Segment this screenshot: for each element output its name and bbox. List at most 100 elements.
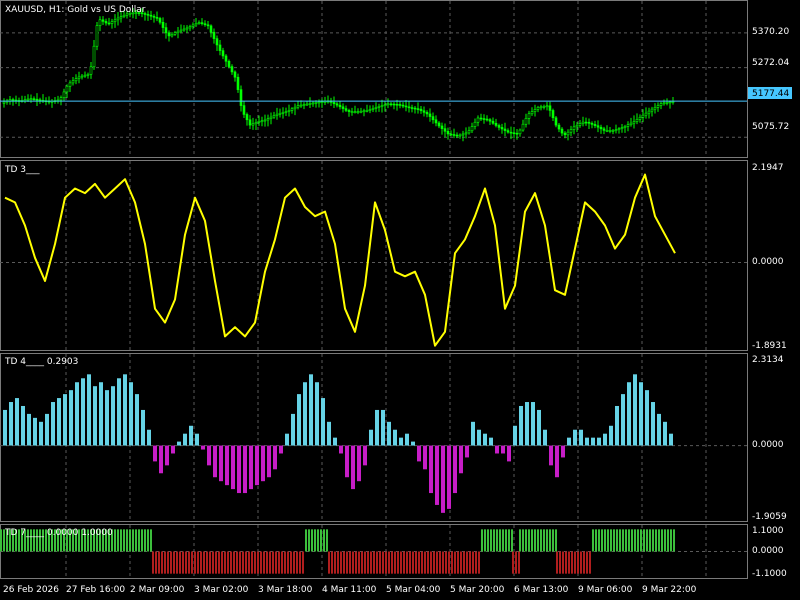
candle-body (491, 120, 495, 124)
td7-bar (394, 551, 396, 574)
td7-bar (275, 551, 277, 574)
td7-bar (352, 551, 354, 574)
candle-body (209, 25, 213, 33)
td4-bar (645, 390, 649, 446)
candle-body (353, 111, 357, 113)
td7-panel[interactable]: TD 7____ 0.0000 1.0000 (0, 524, 748, 579)
trading-chart[interactable]: XAUUSD, H1: Gold vs US Dollar TD 3___ TD… (0, 0, 800, 600)
candle-body (236, 76, 240, 90)
candle-body (311, 102, 315, 105)
td7-bar (631, 529, 633, 552)
td7-bar (616, 529, 618, 552)
td4-bar (63, 394, 67, 446)
candle-body (89, 66, 93, 75)
candle-body (224, 55, 228, 62)
candle-body (437, 122, 441, 127)
td4-bar (147, 429, 151, 446)
td7-bar (290, 551, 292, 574)
candle-body (359, 110, 363, 113)
axis-label: 0.0000 (752, 440, 784, 450)
td7-bar (475, 551, 477, 574)
td7-bar (525, 529, 527, 552)
time-label: 27 Feb 16:00 (66, 585, 125, 595)
candle-body (368, 109, 372, 111)
td4-bar (21, 405, 25, 446)
candle-body (299, 104, 303, 107)
candle-body (488, 119, 492, 122)
candle-body (605, 130, 609, 132)
candle-body (617, 128, 621, 131)
candle-body (545, 105, 549, 108)
td7-bar (385, 551, 387, 574)
td7-bar (349, 551, 351, 574)
candle-body (569, 129, 573, 133)
candle-body (302, 104, 306, 106)
candle-body (386, 103, 390, 106)
price-panel[interactable]: XAUUSD, H1: Gold vs US Dollar (0, 0, 748, 158)
td7-bar (367, 551, 369, 574)
td7-bar (628, 529, 630, 552)
candle-body (536, 107, 540, 110)
candle-body (377, 106, 381, 108)
candle-body (467, 130, 471, 134)
td7-bar (469, 551, 471, 574)
candle-body (401, 104, 405, 107)
candle-body (221, 50, 225, 57)
td7-bar (655, 529, 657, 552)
axis-label: 5272.04 (752, 58, 789, 68)
candle-body (179, 29, 183, 32)
candle-body (659, 103, 663, 106)
candle-body (665, 102, 669, 104)
td7-bar (451, 551, 453, 574)
td7-bar (167, 551, 169, 574)
time-axis: 26 Feb 2026 27 Feb 16:00 2 Mar 09:00 3 M… (3, 585, 697, 595)
td7-bar (466, 551, 468, 574)
td4-bar (519, 405, 523, 446)
td4-bar (165, 445, 169, 466)
candle-body (566, 131, 570, 136)
td7-bar (424, 551, 426, 574)
axis-label: 5075.72 (752, 122, 789, 132)
td4-panel[interactable]: TD 4____ 0.2903 (0, 353, 748, 522)
td7-bar (328, 551, 330, 574)
candle-body (446, 130, 450, 135)
candle-body (416, 108, 420, 110)
td7-bar (400, 551, 402, 574)
td7-bar (164, 551, 166, 574)
candle-body (449, 133, 453, 136)
td7-bar (141, 529, 143, 552)
td4-axis: 2.3134 0.0000 -1.9059 (752, 355, 787, 522)
td4-bar (321, 398, 325, 446)
td7-bar (245, 551, 247, 574)
time-label: 26 Feb 2026 (3, 585, 59, 595)
candle-body (587, 121, 591, 124)
candle-body (119, 16, 123, 19)
axis-label: 2.3134 (752, 355, 784, 365)
td3-panel[interactable]: TD 3___ (0, 160, 748, 351)
td4-bar (567, 437, 571, 446)
candle-body (650, 108, 654, 112)
td4-bar (9, 402, 13, 446)
td7-bar (191, 551, 193, 574)
candle-body (392, 103, 396, 106)
td7-bar (481, 529, 483, 552)
td4-bar (159, 445, 163, 474)
candle-body (596, 125, 600, 128)
td7-bar (155, 551, 157, 574)
td7-bar (607, 529, 609, 552)
td3-grid (0, 161, 747, 350)
td3-panel-title: TD 3___ (4, 165, 40, 175)
td4-bar (393, 429, 397, 446)
candle-body (107, 22, 111, 25)
td7-bar (610, 529, 612, 552)
td7-bar (233, 551, 235, 574)
td4-bar (39, 421, 43, 446)
td7-bar (114, 529, 116, 552)
time-label: 6 Mar 13:00 (514, 585, 569, 595)
candle-body (227, 60, 231, 67)
td7-bar (293, 551, 295, 574)
td7-bar (604, 529, 606, 552)
td4-bar (207, 445, 211, 466)
candle-body (542, 106, 546, 108)
td7-bar (448, 551, 450, 574)
